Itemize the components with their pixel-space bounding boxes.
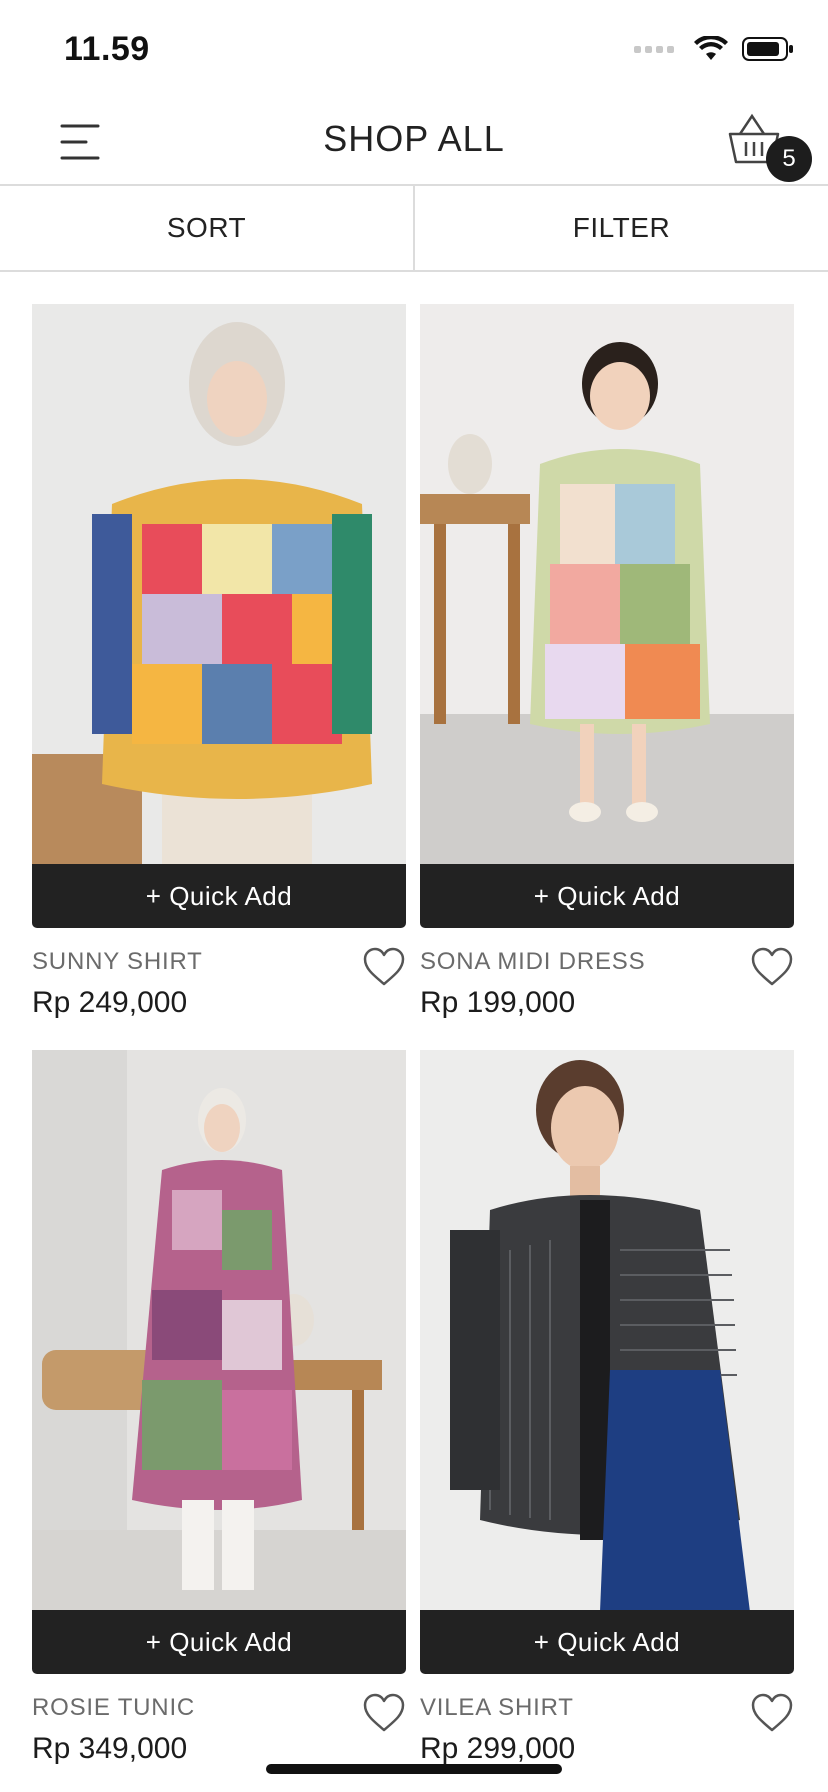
product-price: Rp 349,000 <box>32 1732 188 1765</box>
home-indicator[interactable] <box>266 1764 562 1774</box>
wishlist-button[interactable] <box>750 1692 794 1734</box>
cellular-signal-icon <box>634 45 674 53</box>
sort-button[interactable]: SORT <box>0 186 413 270</box>
cart-button[interactable]: 5 <box>726 112 812 182</box>
status-icons <box>634 36 794 62</box>
product-price: Rp 299,000 <box>420 1732 576 1765</box>
product-image[interactable] <box>32 1050 406 1612</box>
status-bar: 11.59 <box>0 0 828 100</box>
product-image[interactable] <box>420 1050 794 1612</box>
product-name[interactable]: ROSIE TUNIC <box>32 1694 195 1722</box>
product-image[interactable] <box>32 304 406 866</box>
filter-button[interactable]: FILTER <box>413 186 828 270</box>
product-price: Rp 249,000 <box>32 986 188 1019</box>
quick-add-button[interactable]: + Quick Add <box>420 864 794 928</box>
product-card[interactable]: + Quick Add SUNNY SHIRT Rp 249,000 <box>32 304 406 1050</box>
wishlist-button[interactable] <box>362 946 406 988</box>
product-grid: + Quick Add SUNNY SHIRT Rp 249,000 + Qui… <box>32 304 796 1792</box>
product-name[interactable]: SUNNY SHIRT <box>32 948 203 976</box>
battery-icon <box>742 37 793 61</box>
status-time: 11.59 <box>64 30 150 68</box>
heart-icon <box>751 947 793 986</box>
app-header: SHOP ALL 5 <box>0 100 828 186</box>
sort-filter-bar: SORT FILTER <box>0 186 828 272</box>
product-price: Rp 199,000 <box>420 986 576 1019</box>
product-name[interactable]: SONA MIDI DRESS <box>420 948 645 976</box>
product-card[interactable]: + Quick Add ROSIE TUNIC Rp 349,000 <box>32 1050 406 1792</box>
heart-icon <box>751 1693 793 1732</box>
wifi-icon <box>694 36 728 60</box>
quick-add-button[interactable]: + Quick Add <box>420 1610 794 1674</box>
quick-add-button[interactable]: + Quick Add <box>32 864 406 928</box>
product-card[interactable]: + Quick Add SONA MIDI DRESS Rp 199,000 <box>420 304 794 1050</box>
wishlist-button[interactable] <box>362 1692 406 1734</box>
heart-icon <box>363 947 405 986</box>
wishlist-button[interactable] <box>750 946 794 988</box>
product-name[interactable]: VILEA SHIRT <box>420 1694 574 1722</box>
product-image[interactable] <box>420 304 794 866</box>
heart-icon <box>363 1693 405 1732</box>
page-title: SHOP ALL <box>323 118 505 159</box>
quick-add-button[interactable]: + Quick Add <box>32 1610 406 1674</box>
cart-count-badge: 5 <box>766 136 812 182</box>
product-card[interactable]: + Quick Add VILEA SHIRT Rp 299,000 <box>420 1050 794 1792</box>
